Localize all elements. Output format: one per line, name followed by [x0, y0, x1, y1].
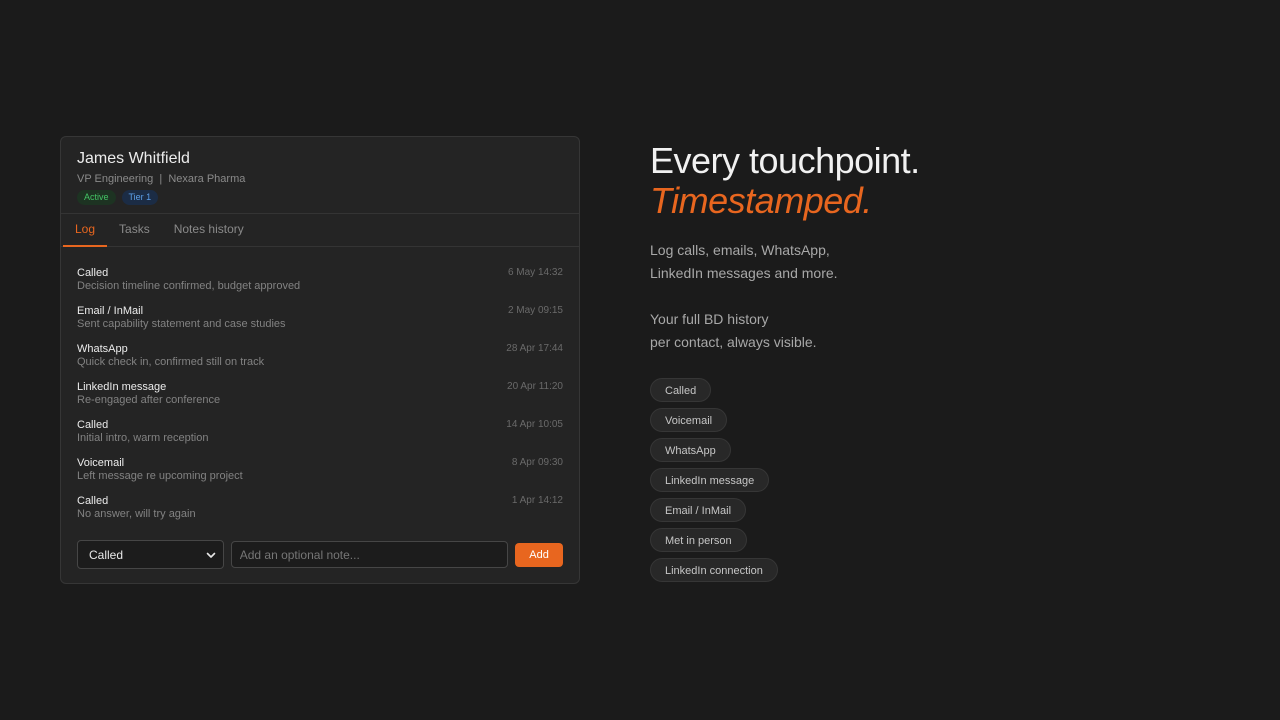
log-entry: LinkedIn message Re-engaged after confer…: [77, 380, 563, 418]
log-entry-note: No answer, will try again: [77, 508, 196, 520]
log-entry-time: 28 Apr 17:44: [506, 343, 563, 354]
chip-called[interactable]: Called: [650, 378, 712, 402]
log-entry: Called Decision timeline confirmed, budg…: [77, 266, 563, 304]
chip-email-inmail[interactable]: Email / InMail: [650, 498, 747, 522]
log-entry-note: Sent capability statement and case studi…: [77, 318, 286, 330]
badge-row: Active Tier 1: [77, 190, 563, 205]
activity-log: Called Decision timeline confirmed, budg…: [61, 247, 579, 524]
log-entry-time: 14 Apr 10:05: [506, 419, 563, 430]
contact-name: James Whitfield: [77, 150, 190, 167]
log-entry-type: WhatsApp: [77, 343, 128, 355]
tab-bar: Log Tasks Notes history: [61, 214, 579, 247]
log-entry-note: Left message re upcoming project: [77, 470, 243, 482]
chip-met-in-person[interactable]: Met in person: [650, 528, 747, 552]
add-button[interactable]: Add: [515, 542, 563, 567]
log-entry-time: 20 Apr 11:20: [507, 381, 563, 392]
chip-linkedin-connection[interactable]: LinkedIn connection: [650, 558, 778, 582]
log-entry-type: Voicemail: [77, 457, 125, 469]
add-touchpoint-form: Called Add: [77, 540, 563, 569]
tab-log[interactable]: Log: [63, 214, 108, 247]
hero-description-line: Log calls, emails, WhatsApp,: [650, 242, 830, 258]
log-entry: Voicemail Left message re upcoming proje…: [77, 456, 563, 494]
hero-section: Every touchpoint. Timestamped. Log calls…: [650, 142, 1210, 582]
log-entry-type: LinkedIn message: [77, 381, 167, 393]
log-entry-type: Called: [77, 419, 109, 431]
chip-voicemail[interactable]: Voicemail: [650, 408, 728, 432]
log-entry-time: 1 Apr 14:12: [511, 495, 563, 506]
hero-description-line: per contact, always visible.: [650, 334, 817, 350]
contact-card: James Whitfield VP Engineering | Nexara …: [60, 136, 580, 584]
log-entry-type: Called: [77, 495, 109, 507]
log-entry-note: Quick check in, confirmed still on track: [77, 356, 265, 368]
log-entry: Email / InMail Sent capability statement…: [77, 304, 563, 342]
hero-title-accent: Timestamped.: [650, 180, 872, 221]
chip-whatsapp[interactable]: WhatsApp: [650, 438, 731, 462]
log-entry: Called Initial intro, warm reception 14 …: [77, 418, 563, 456]
log-entry-note: Re-engaged after conference: [77, 394, 221, 406]
log-entry: Called No answer, will try again 1 Apr 1…: [77, 494, 563, 532]
tab-tasks[interactable]: Tasks: [107, 214, 162, 247]
chevron-down-icon: [206, 552, 216, 558]
tier-badge: Tier 1: [121, 190, 159, 205]
chip-linkedin-message[interactable]: LinkedIn message: [650, 468, 770, 492]
log-entry-time: 8 Apr 09:30: [511, 457, 563, 468]
log-entry-time: 6 May 14:32: [507, 267, 563, 278]
hero-description-line: LinkedIn messages and more.: [650, 265, 838, 281]
touchpoint-type-value: Called: [89, 547, 124, 562]
status-badge: Active: [77, 190, 116, 205]
touchpoint-type-chips: Called Voicemail WhatsApp LinkedIn messa…: [650, 378, 1210, 582]
note-input[interactable]: [230, 541, 509, 568]
hero-description-line: Your full BD history: [650, 311, 769, 327]
log-entry-note: Initial intro, warm reception: [77, 432, 209, 444]
log-entry-type: Email / InMail: [77, 305, 144, 317]
log-entry-type: Called: [77, 267, 109, 279]
contact-header: James Whitfield VP Engineering | Nexara …: [61, 137, 579, 214]
log-entry: WhatsApp Quick check in, confirmed still…: [77, 342, 563, 380]
hero-description-1: Log calls, emails, WhatsApp, LinkedIn me…: [650, 239, 1210, 285]
contact-meta: VP Engineering | Nexara Pharma: [77, 173, 246, 185]
log-entry-time: 2 May 09:15: [507, 305, 563, 316]
hero-description-2: Your full BD history per contact, always…: [650, 308, 1210, 354]
tab-notes-history[interactable]: Notes history: [162, 214, 256, 247]
touchpoint-type-select[interactable]: Called: [77, 540, 224, 569]
hero-title: Every touchpoint.: [650, 140, 920, 181]
log-entry-note: Decision timeline confirmed, budget appr…: [77, 280, 301, 292]
